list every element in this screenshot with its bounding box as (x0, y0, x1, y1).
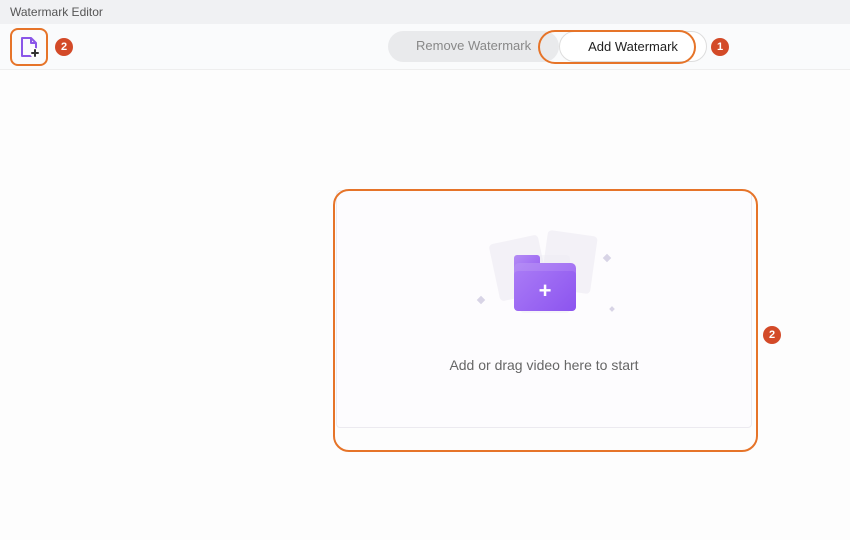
main-area: + Add or drag video here to start (0, 70, 850, 540)
window-title: Watermark Editor (10, 5, 103, 19)
title-bar: Watermark Editor (0, 0, 850, 24)
video-dropzone[interactable]: + Add or drag video here to start (336, 190, 752, 428)
tab-add-watermark[interactable]: Add Watermark (559, 31, 707, 62)
dropzone-illustration: + (464, 235, 624, 335)
folder-plus-icon: + (514, 263, 576, 311)
add-file-icon (17, 35, 41, 59)
toolbar: Remove Watermark Add Watermark (0, 24, 850, 70)
add-file-button[interactable] (14, 32, 44, 62)
tab-remove-watermark[interactable]: Remove Watermark (388, 31, 559, 62)
tab-group: Remove Watermark Add Watermark (388, 31, 707, 62)
dropzone-message: Add or drag video here to start (449, 357, 638, 373)
